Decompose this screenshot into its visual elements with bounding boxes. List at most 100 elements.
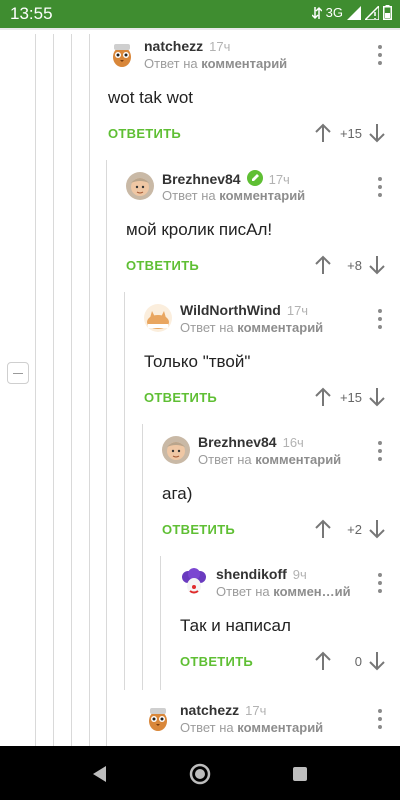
reply-button[interactable]: ОТВЕТИТЬ — [180, 654, 253, 669]
reply-to-link[interactable]: комментарий — [237, 320, 323, 335]
nesting-line — [142, 424, 143, 690]
status-icons: 3G — [311, 5, 392, 20]
reply-button[interactable]: ОТВЕТИТЬ — [162, 522, 235, 537]
status-bar: 13:55 3G — [0, 0, 400, 28]
comment-time: 17ч — [268, 172, 290, 187]
network-type-label: 3G — [325, 5, 343, 20]
reply-to-line: Ответ на комментарий — [198, 452, 342, 467]
reply-to-link[interactable]: коммен…ий — [273, 584, 350, 599]
downvote-arrow-icon[interactable] — [368, 386, 386, 408]
comment-header: Brezhnev84 16ч Ответ на комментарий — [162, 434, 400, 470]
comment: WildNorthWind 17ч Ответ на комментарий То… — [144, 292, 400, 425]
downvote-arrow-icon[interactable] — [368, 518, 386, 540]
comment-text: ага) — [162, 484, 193, 503]
nesting-line — [89, 34, 90, 746]
comment-text: wot tak wot — [108, 88, 194, 107]
comment-author[interactable]: shendikoff 9ч — [216, 566, 307, 582]
comment: natchezz 17ч Ответ на комментарий wot tak… — [108, 28, 400, 161]
reply-to-link[interactable]: комментарий — [201, 56, 287, 71]
collapse-thread-button[interactable] — [7, 362, 29, 384]
reply-to-line: Ответ на комментарий — [162, 188, 306, 203]
reply-button[interactable]: ОТВЕТИТЬ — [108, 126, 181, 141]
more-options-icon[interactable] — [374, 308, 386, 330]
comment-score: 0 — [354, 654, 362, 669]
comment-actions: ОТВЕТИТЬ 0 — [180, 650, 400, 674]
home-icon[interactable] — [188, 762, 212, 786]
nesting-line — [106, 160, 107, 746]
comment-author[interactable]: natchezz 17ч — [180, 702, 266, 718]
signal-icon — [347, 5, 361, 20]
more-options-icon[interactable] — [374, 44, 386, 66]
comment-text: мой кролик писАл! — [126, 220, 273, 239]
upvote-arrow-icon[interactable] — [314, 386, 332, 408]
comment-actions: ОТВЕТИТЬ +8 — [126, 254, 400, 278]
more-options-icon[interactable] — [374, 708, 386, 730]
comment-time: 17ч — [286, 303, 309, 318]
comment-author[interactable]: Brezhnev84 17ч — [162, 170, 290, 187]
comment: Brezhnev84 16ч Ответ на комментарий ага) … — [162, 424, 400, 557]
navigation-bar — [0, 746, 400, 800]
comment-header: natchezz 17ч Ответ на комментарий — [144, 702, 400, 738]
verified-pencil-icon — [246, 170, 263, 186]
nesting-line — [124, 292, 125, 690]
downvote-arrow-icon[interactable] — [368, 254, 386, 276]
reply-to-link[interactable]: комментарий — [237, 720, 323, 735]
clown-avatar[interactable] — [180, 568, 208, 596]
nesting-line — [35, 34, 36, 746]
recents-icon[interactable] — [288, 762, 312, 786]
nesting-line — [53, 34, 54, 746]
comment-score: +15 — [339, 390, 362, 405]
comment: shendikoff 9ч Ответ на коммен…ий Так и на… — [180, 556, 400, 689]
comment-text: Так и написал — [180, 616, 291, 635]
comment-thread[interactable]: natchezz 17ч Ответ на комментарий wot tak… — [0, 28, 400, 746]
battery-icon — [383, 5, 392, 20]
comment-header: shendikoff 9ч Ответ на коммен…ий — [180, 566, 400, 602]
reply-to-line: Ответ на комментарий — [144, 56, 288, 71]
upvote-arrow-icon[interactable] — [314, 254, 332, 276]
downvote-arrow-icon[interactable] — [368, 650, 386, 672]
upvote-arrow-icon[interactable] — [314, 650, 332, 672]
comment-header: natchezz 17ч Ответ на комментарий — [108, 38, 400, 74]
owl-mascot-avatar[interactable] — [144, 704, 172, 732]
nesting-line — [160, 556, 161, 690]
reply-to-link[interactable]: комментарий — [255, 452, 341, 467]
upvote-arrow-icon[interactable] — [314, 122, 332, 144]
comment-header: Brezhnev84 17ч Ответ на комментарий — [126, 170, 400, 206]
reply-to-line: Ответ на комментарий — [180, 720, 324, 735]
comment-time: 9ч — [292, 567, 307, 582]
comment-author[interactable]: WildNorthWind 17ч — [180, 302, 308, 318]
comment: Brezhnev84 17ч Ответ на комментарий мой к… — [126, 160, 400, 293]
comment-score: +8 — [347, 258, 362, 273]
comment-time: 17ч — [245, 703, 267, 718]
more-options-icon[interactable] — [374, 440, 386, 462]
comment-actions: ОТВЕТИТЬ +2 — [162, 518, 400, 542]
reply-to-line: Ответ на комментарий — [180, 320, 324, 335]
comment-actions: ОТВЕТИТЬ +15 — [108, 122, 400, 146]
more-options-icon[interactable] — [374, 572, 386, 594]
downvote-arrow-icon[interactable] — [368, 122, 386, 144]
more-options-icon[interactable] — [374, 176, 386, 198]
back-icon[interactable] — [88, 762, 112, 786]
comment: natchezz 17ч Ответ на комментарий — [144, 692, 400, 746]
reply-button[interactable]: ОТВЕТИТЬ — [126, 258, 199, 273]
comment-time: 16ч — [282, 435, 304, 450]
cat-avatar[interactable] — [144, 304, 172, 332]
comment-text: Только "твой" — [144, 352, 251, 371]
reply-to-link[interactable]: комментарий — [219, 188, 305, 203]
comment-actions: ОТВЕТИТЬ +15 — [144, 386, 400, 410]
comment-score: +15 — [339, 126, 362, 141]
reply-to-line: Ответ на коммен…ий — [216, 584, 351, 599]
comment-author[interactable]: natchezz 17ч — [144, 38, 230, 54]
wifi-off-signal-icon — [365, 5, 379, 20]
upvote-arrow-icon[interactable] — [314, 518, 332, 540]
comment-header: WildNorthWind 17ч Ответ на комментарий — [144, 302, 400, 338]
comment-score: +2 — [347, 522, 362, 537]
baby-photo-avatar[interactable] — [126, 172, 154, 200]
status-time: 13:55 — [10, 4, 53, 23]
owl-mascot-avatar[interactable] — [108, 40, 136, 68]
comment-time: 17ч — [209, 39, 231, 54]
reply-button[interactable]: ОТВЕТИТЬ — [144, 390, 217, 405]
nesting-line — [71, 34, 72, 746]
baby-photo-avatar[interactable] — [162, 436, 190, 464]
comment-author[interactable]: Brezhnev84 16ч — [198, 434, 304, 450]
